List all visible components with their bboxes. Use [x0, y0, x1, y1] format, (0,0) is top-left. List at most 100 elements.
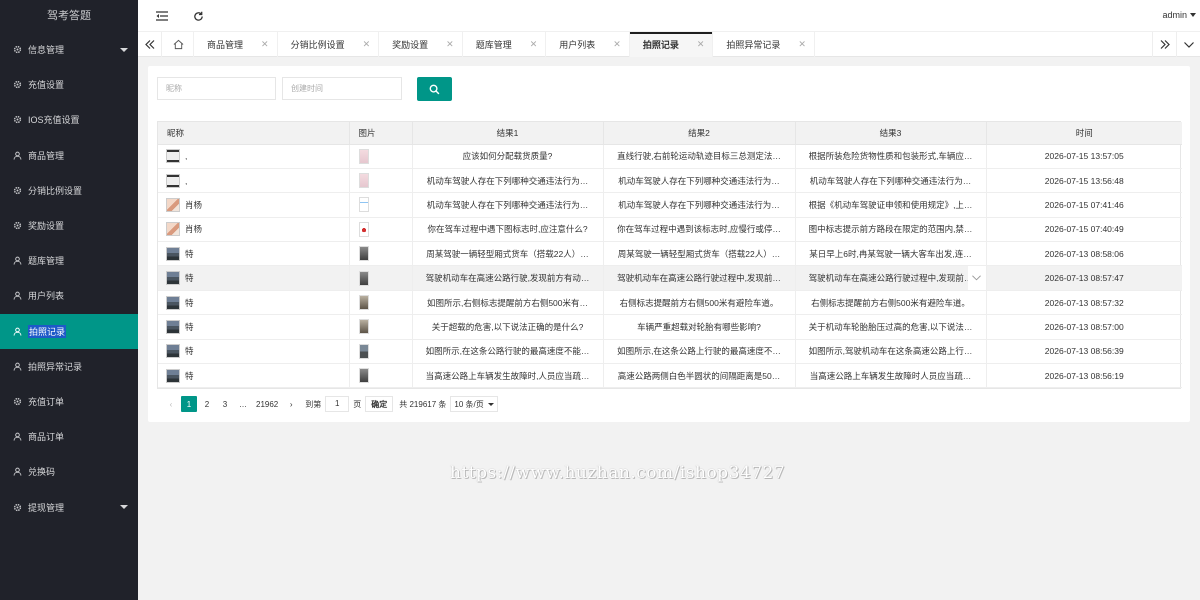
sidebar: 驾考答题 信息管理 充值设置 IOS充值设置 商品管理 分销比例设置 奖励设置 题库管理 用户… — [0, 0, 138, 600]
sidebar-item-label: 分销比例设置 — [28, 185, 83, 196]
sidebar-item-6[interactable]: 题库管理 — [0, 243, 138, 278]
goto-confirm-button[interactable]: 确定 — [365, 396, 394, 412]
tab-0[interactable]: 商品管理 ✕ — [194, 32, 278, 57]
created-time-input[interactable]: 创建时间 — [282, 77, 402, 100]
tabs-next-icon[interactable] — [1152, 32, 1176, 57]
chevron-down-icon — [120, 505, 128, 510]
menu-toggle-icon[interactable] — [154, 8, 170, 24]
page-size-select[interactable]: 10 条/页 — [450, 396, 498, 412]
sidebar-item-9[interactable]: 拍照异常记录 — [0, 349, 138, 384]
table-row[interactable]: 肖杨 你在驾车过程中遇下图标志时,应注意什么? 你在驾车过程中遇到该标志时,应慢行或… — [158, 217, 1182, 243]
col-header-time[interactable]: 时间 — [986, 122, 1182, 145]
cell-result3: 驾驶机动车在高速公路行驶过程中,发现前… — [795, 265, 987, 291]
close-icon[interactable]: ✕ — [798, 39, 806, 50]
user-menu[interactable]: admin — [1162, 10, 1196, 20]
cell-result2: 驾驶机动车在高速公路行驶过程中,发现前… — [603, 265, 796, 291]
total-count: 共 219617 条 — [399, 399, 447, 409]
table-row[interactable]: 特如图所示,右侧标志提醒前方右侧500米有… 右侧标志提醒前方右侧500米有避险车… — [158, 290, 1182, 316]
page-number[interactable]: 1 — [181, 396, 197, 412]
page-number[interactable]: 3 — [217, 396, 233, 412]
sidebar-item-13[interactable]: 提现管理 — [0, 489, 138, 524]
tab-1[interactable]: 分销比例设置 ✕ — [278, 32, 380, 57]
avatar — [166, 173, 180, 188]
sidebar-item-0[interactable]: 信息管理 — [0, 32, 138, 67]
col-header-nickname[interactable]: 昵称 — [158, 122, 350, 145]
close-icon[interactable]: ✕ — [446, 39, 454, 50]
table-row[interactable]: 特 周某驾驶一辆轻型厢式货车（搭载22人）… 周某驾驶一辆轻型厢式货车（搭载22人）… — [158, 241, 1182, 267]
tab-4[interactable]: 用户列表 ✕ — [546, 32, 630, 57]
cell-time: 2026-07-13 08:57:00 — [986, 314, 1182, 340]
result3-text: 图中标志提示前方路段在限定的范围内,禁… — [808, 224, 973, 235]
tab-6[interactable]: 拍照异常记录 ✕ — [713, 32, 815, 57]
cell-result3: 关于机动车轮胎胎压过高的危害,以下说法… — [795, 314, 987, 340]
close-icon[interactable]: ✕ — [697, 39, 705, 50]
chevron-down-icon — [1190, 13, 1196, 17]
table-row[interactable]: , 机动车驾驶人存在下列哪种交通违法行为… 机动车驾驶人存在下列哪种交通违法行为… 机… — [158, 168, 1182, 194]
photo-thumbnail[interactable] — [358, 343, 369, 359]
sidebar-item-label: 拍照记录 — [28, 324, 67, 338]
goto-page-input[interactable]: 1 — [325, 396, 350, 412]
table-row[interactable]: 特 当高速公路上车辆发生故障时,人员应当疏… 高速公路两侧白色半圆状的间隔距离是50… — [158, 363, 1182, 389]
sidebar-item-7[interactable]: 用户列表 — [0, 278, 138, 313]
tab-3[interactable]: 题库管理 ✕ — [463, 32, 547, 57]
tabs-menu-chevron-icon[interactable] — [1176, 32, 1200, 57]
col-header-result1[interactable]: 结果1 — [412, 122, 604, 145]
user-icon — [12, 256, 22, 266]
refresh-icon[interactable] — [190, 8, 206, 24]
username: admin — [1162, 10, 1187, 20]
cell-result2: 车辆严重超载对轮胎有哪些影响? — [603, 314, 796, 340]
photo-thumbnail[interactable] — [358, 246, 369, 262]
table-row[interactable]: , 应该如何分配载货质量? 直线行驶,右前轮运动轨迹目标三总测定法… 根据所装危险货物… — [158, 144, 1182, 169]
page-number[interactable]: 2 — [199, 396, 215, 412]
table-row[interactable]: 肖杨 机动车驾驶人存在下列哪种交通违法行为… 机动车驾驶人存在下列哪种交通违法行为…… — [158, 192, 1182, 218]
tab-5[interactable]: 拍照记录 ✕ — [629, 32, 714, 57]
col-header-result3[interactable]: 结果3 — [795, 122, 987, 145]
photo-thumbnail[interactable] — [358, 295, 369, 311]
sidebar-item-1[interactable]: 充值设置 — [0, 67, 138, 102]
sidebar-item-8[interactable]: 拍照记录 — [0, 313, 138, 349]
result3-text: 右侧标志提醒前方右侧500米有避险车道。 — [811, 297, 970, 308]
table-row[interactable]: 特 如图所示,在这条公路行驶的最高速度不能… 如图所示,在这条公路上行驶的最高速度不… — [158, 339, 1182, 365]
cell-time: 2026-07-13 08:56:19 — [986, 363, 1182, 389]
cell-result3: 当高速公路上车辆发生故障时人员应当疏… — [795, 363, 987, 389]
nickname-placeholder: 昵称 — [166, 84, 182, 93]
photo-thumbnail[interactable] — [358, 319, 369, 335]
sidebar-item-4[interactable]: 分销比例设置 — [0, 173, 138, 208]
cell-result2: 机动车驾驶人存在下列哪种交通违法行为… — [603, 192, 796, 218]
sidebar-item-2[interactable]: IOS充值设置 — [0, 102, 138, 137]
cell-nickname: 特 — [158, 241, 350, 267]
sidebar-item-5[interactable]: 奖励设置 — [0, 208, 138, 243]
table-row[interactable]: 特 关于超载的危害,以下说法正确的是什么? 车辆严重超载对轮胎有哪些影响? 关于机动车… — [158, 314, 1182, 340]
photo-thumbnail[interactable] — [358, 197, 369, 213]
cell-result2: 高速公路两侧白色半圆状的间隔距离是50… — [603, 363, 796, 389]
cell-result1: 周某驾驶一辆轻型厢式货车（搭载22人）… — [412, 241, 604, 267]
photo-thumbnail[interactable] — [358, 173, 369, 189]
tab-2[interactable]: 奖励设置 ✕ — [379, 32, 463, 57]
close-icon[interactable]: ✕ — [261, 39, 269, 50]
close-icon[interactable]: ✕ — [530, 39, 538, 50]
col-header-image[interactable]: 图片 — [349, 122, 413, 145]
page-ellipsis: … — [239, 399, 247, 409]
prev-page-icon[interactable]: ‹ — [163, 396, 179, 412]
photo-thumbnail[interactable] — [358, 270, 369, 286]
gear-icon — [12, 45, 22, 55]
sidebar-item-11[interactable]: 商品订单 — [0, 419, 138, 454]
page-number[interactable]: 21962 — [253, 396, 281, 412]
sidebar-item-12[interactable]: 兑换码 — [0, 454, 138, 489]
expand-chevron-icon[interactable] — [967, 266, 985, 290]
avatar — [166, 271, 180, 286]
col-header-result2[interactable]: 结果2 — [603, 122, 796, 145]
close-icon[interactable]: ✕ — [613, 39, 621, 50]
search-button[interactable] — [417, 77, 452, 101]
tabs-prev-icon[interactable] — [138, 32, 162, 57]
tab-home[interactable] — [164, 32, 194, 57]
table-row[interactable]: 特驾驶机动车在高速公路行驶,发现前方有动… 驾驶机动车在高速公路行驶过程中,发现前… — [158, 265, 1182, 291]
sidebar-item-10[interactable]: 充值订单 — [0, 384, 138, 419]
photo-thumbnail[interactable] — [358, 368, 369, 384]
photo-thumbnail[interactable] — [358, 148, 369, 164]
close-icon[interactable]: ✕ — [363, 39, 371, 50]
photo-thumbnail[interactable] — [358, 221, 369, 237]
sidebar-item-3[interactable]: 商品管理 — [0, 138, 138, 173]
nickname-search-input[interactable]: 昵称 — [157, 77, 276, 100]
next-page-icon[interactable]: › — [283, 396, 299, 412]
